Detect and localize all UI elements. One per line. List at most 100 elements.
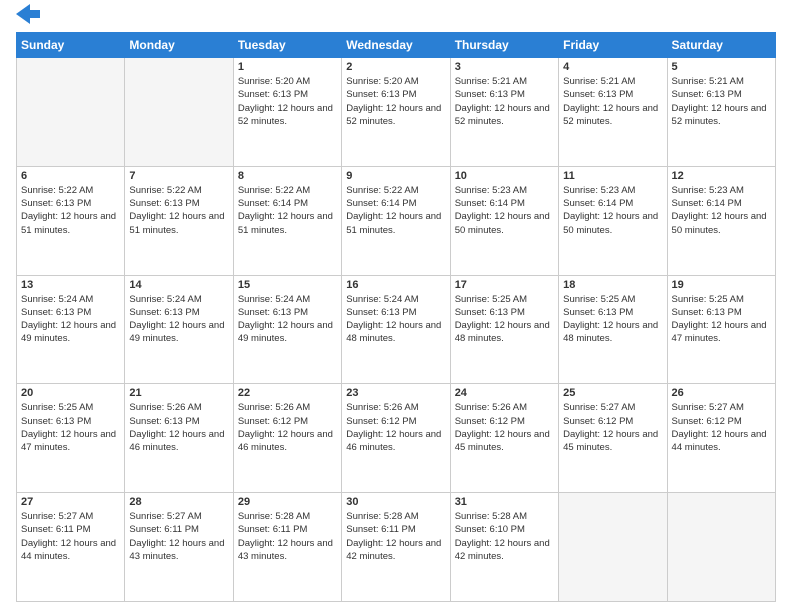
day-number: 1 xyxy=(238,61,337,73)
calendar-cell: 16 Sunrise: 5:24 AM Sunset: 6:13 PM Dayli… xyxy=(342,275,450,384)
calendar-cell: 5 Sunrise: 5:21 AM Sunset: 6:13 PM Daylig… xyxy=(667,58,775,167)
calendar-cell: 27Sunrise: 5:27 AM Sunset: 6:11 PM Dayli… xyxy=(17,493,125,602)
calendar-cell: 26 Sunrise: 5:27 AM Sunset: 6:12 PM Dayli… xyxy=(667,384,775,493)
day-info: Sunrise: 5:21 AM Sunset: 6:13 PM Dayligh… xyxy=(672,75,771,128)
day-number: 19 xyxy=(672,279,771,291)
day-info: Sunrise: 5:22 AM Sunset: 6:13 PM Dayligh… xyxy=(21,184,120,237)
day-number: 28 xyxy=(129,496,228,508)
day-info: Sunrise: 5:27 AM Sunset: 6:12 PM Dayligh… xyxy=(563,401,662,454)
page: SundayMondayTuesdayWednesdayThursdayFrid… xyxy=(0,0,792,612)
calendar-week-4: 20 Sunrise: 5:25 AM Sunset: 6:13 PM Dayli… xyxy=(17,384,776,493)
day-number: 26 xyxy=(672,387,771,399)
day-info: Sunrise: 5:23 AM Sunset: 6:14 PM Dayligh… xyxy=(672,184,771,237)
day-number: 20 xyxy=(21,387,120,399)
day-number: 6 xyxy=(21,170,120,182)
calendar-cell: 14Sunrise: 5:24 AM Sunset: 6:13 PM Dayli… xyxy=(125,275,233,384)
day-info: Sunrise: 5:26 AM Sunset: 6:12 PM Dayligh… xyxy=(455,401,554,454)
day-info: Sunrise: 5:27 AM Sunset: 6:11 PM Dayligh… xyxy=(129,510,228,563)
weekday-header-thursday: Thursday xyxy=(450,33,558,58)
day-info: Sunrise: 5:22 AM Sunset: 6:13 PM Dayligh… xyxy=(129,184,228,237)
logo-arrow-icon xyxy=(16,4,40,24)
day-info: Sunrise: 5:20 AM Sunset: 6:13 PM Dayligh… xyxy=(238,75,337,128)
day-info: Sunrise: 5:28 AM Sunset: 6:11 PM Dayligh… xyxy=(346,510,445,563)
day-info: Sunrise: 5:25 AM Sunset: 6:13 PM Dayligh… xyxy=(563,293,662,346)
day-info: Sunrise: 5:22 AM Sunset: 6:14 PM Dayligh… xyxy=(238,184,337,237)
calendar-cell xyxy=(667,493,775,602)
calendar-cell: 9 Sunrise: 5:22 AM Sunset: 6:14 PM Daylig… xyxy=(342,166,450,275)
day-info: Sunrise: 5:27 AM Sunset: 6:11 PM Dayligh… xyxy=(21,510,120,563)
calendar-week-1: 1 Sunrise: 5:20 AM Sunset: 6:13 PM Daylig… xyxy=(17,58,776,167)
day-info: Sunrise: 5:24 AM Sunset: 6:13 PM Dayligh… xyxy=(129,293,228,346)
calendar-cell: 12 Sunrise: 5:23 AM Sunset: 6:14 PM Dayli… xyxy=(667,166,775,275)
day-info: Sunrise: 5:28 AM Sunset: 6:10 PM Dayligh… xyxy=(455,510,554,563)
day-number: 30 xyxy=(346,496,445,508)
calendar-week-5: 27Sunrise: 5:27 AM Sunset: 6:11 PM Dayli… xyxy=(17,493,776,602)
logo xyxy=(16,12,40,24)
calendar-cell: 1 Sunrise: 5:20 AM Sunset: 6:13 PM Daylig… xyxy=(233,58,341,167)
day-number: 5 xyxy=(672,61,771,73)
calendar-cell: 17 Sunrise: 5:25 AM Sunset: 6:13 PM Dayli… xyxy=(450,275,558,384)
calendar-cell: 3Sunrise: 5:21 AM Sunset: 6:13 PM Daylig… xyxy=(450,58,558,167)
day-number: 8 xyxy=(238,170,337,182)
calendar-cell: 19 Sunrise: 5:25 AM Sunset: 6:13 PM Dayli… xyxy=(667,275,775,384)
day-info: Sunrise: 5:26 AM Sunset: 6:12 PM Dayligh… xyxy=(238,401,337,454)
calendar-cell: 8 Sunrise: 5:22 AM Sunset: 6:14 PM Daylig… xyxy=(233,166,341,275)
day-number: 7 xyxy=(129,170,228,182)
day-info: Sunrise: 5:20 AM Sunset: 6:13 PM Dayligh… xyxy=(346,75,445,128)
weekday-header-friday: Friday xyxy=(559,33,667,58)
day-number: 25 xyxy=(563,387,662,399)
calendar-cell: 20 Sunrise: 5:25 AM Sunset: 6:13 PM Dayli… xyxy=(17,384,125,493)
calendar-cell: 7 Sunrise: 5:22 AM Sunset: 6:13 PM Daylig… xyxy=(125,166,233,275)
day-number: 17 xyxy=(455,279,554,291)
day-info: Sunrise: 5:26 AM Sunset: 6:12 PM Dayligh… xyxy=(346,401,445,454)
day-number: 4 xyxy=(563,61,662,73)
header xyxy=(16,12,776,24)
calendar-cell: 10 Sunrise: 5:23 AM Sunset: 6:14 PM Dayli… xyxy=(450,166,558,275)
day-number: 2 xyxy=(346,61,445,73)
day-number: 10 xyxy=(455,170,554,182)
calendar-cell: 15 Sunrise: 5:24 AM Sunset: 6:13 PM Dayli… xyxy=(233,275,341,384)
day-number: 13 xyxy=(21,279,120,291)
calendar-cell: 21 Sunrise: 5:26 AM Sunset: 6:13 PM Dayli… xyxy=(125,384,233,493)
calendar-cell: 29Sunrise: 5:28 AM Sunset: 6:11 PM Dayli… xyxy=(233,493,341,602)
day-info: Sunrise: 5:27 AM Sunset: 6:12 PM Dayligh… xyxy=(672,401,771,454)
day-number: 22 xyxy=(238,387,337,399)
day-info: Sunrise: 5:24 AM Sunset: 6:13 PM Dayligh… xyxy=(346,293,445,346)
calendar-cell: 22 Sunrise: 5:26 AM Sunset: 6:12 PM Dayli… xyxy=(233,384,341,493)
calendar-week-2: 6 Sunrise: 5:22 AM Sunset: 6:13 PM Daylig… xyxy=(17,166,776,275)
day-info: Sunrise: 5:21 AM Sunset: 6:13 PM Dayligh… xyxy=(455,75,554,128)
day-info: Sunrise: 5:22 AM Sunset: 6:14 PM Dayligh… xyxy=(346,184,445,237)
calendar-cell: 2 Sunrise: 5:20 AM Sunset: 6:13 PM Daylig… xyxy=(342,58,450,167)
day-number: 12 xyxy=(672,170,771,182)
day-info: Sunrise: 5:24 AM Sunset: 6:13 PM Dayligh… xyxy=(238,293,337,346)
calendar-cell: 30 Sunrise: 5:28 AM Sunset: 6:11 PM Dayli… xyxy=(342,493,450,602)
calendar-cell xyxy=(559,493,667,602)
day-info: Sunrise: 5:23 AM Sunset: 6:14 PM Dayligh… xyxy=(455,184,554,237)
calendar-cell: 11Sunrise: 5:23 AM Sunset: 6:14 PM Dayli… xyxy=(559,166,667,275)
calendar-header-row: SundayMondayTuesdayWednesdayThursdayFrid… xyxy=(17,33,776,58)
calendar-cell xyxy=(125,58,233,167)
calendar-cell: 13Sunrise: 5:24 AM Sunset: 6:13 PM Dayli… xyxy=(17,275,125,384)
calendar-cell: 24Sunrise: 5:26 AM Sunset: 6:12 PM Dayli… xyxy=(450,384,558,493)
day-number: 31 xyxy=(455,496,554,508)
day-number: 15 xyxy=(238,279,337,291)
day-number: 11 xyxy=(563,170,662,182)
day-info: Sunrise: 5:25 AM Sunset: 6:13 PM Dayligh… xyxy=(455,293,554,346)
weekday-header-wednesday: Wednesday xyxy=(342,33,450,58)
day-number: 21 xyxy=(129,387,228,399)
day-number: 16 xyxy=(346,279,445,291)
day-number: 9 xyxy=(346,170,445,182)
day-info: Sunrise: 5:28 AM Sunset: 6:11 PM Dayligh… xyxy=(238,510,337,563)
calendar-cell: 18Sunrise: 5:25 AM Sunset: 6:13 PM Dayli… xyxy=(559,275,667,384)
weekday-header-monday: Monday xyxy=(125,33,233,58)
weekday-header-tuesday: Tuesday xyxy=(233,33,341,58)
calendar-cell: 25 Sunrise: 5:27 AM Sunset: 6:12 PM Dayli… xyxy=(559,384,667,493)
calendar-cell: 31 Sunrise: 5:28 AM Sunset: 6:10 PM Dayli… xyxy=(450,493,558,602)
weekday-header-saturday: Saturday xyxy=(667,33,775,58)
calendar-cell: 6 Sunrise: 5:22 AM Sunset: 6:13 PM Daylig… xyxy=(17,166,125,275)
day-info: Sunrise: 5:25 AM Sunset: 6:13 PM Dayligh… xyxy=(21,401,120,454)
day-info: Sunrise: 5:25 AM Sunset: 6:13 PM Dayligh… xyxy=(672,293,771,346)
calendar-cell xyxy=(17,58,125,167)
day-info: Sunrise: 5:26 AM Sunset: 6:13 PM Dayligh… xyxy=(129,401,228,454)
calendar-cell: 4Sunrise: 5:21 AM Sunset: 6:13 PM Daylig… xyxy=(559,58,667,167)
